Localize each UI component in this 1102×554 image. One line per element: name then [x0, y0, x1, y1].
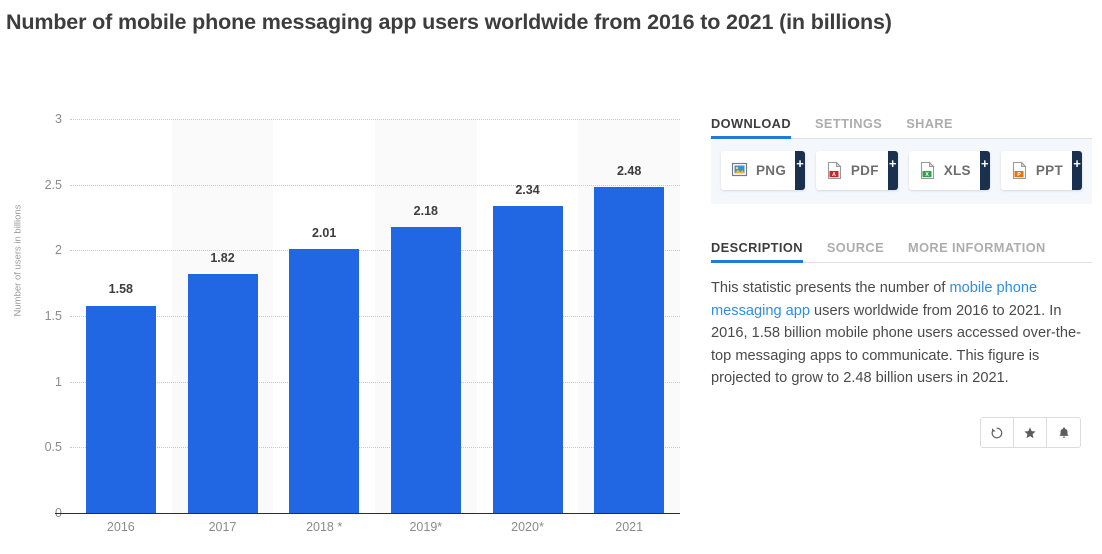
download-pdf-main[interactable]: A PDF [815, 151, 888, 190]
svg-text:P: P [1017, 172, 1021, 178]
history-icon[interactable] [981, 418, 1014, 447]
y-axis-tick-label: 0.5 [44, 440, 62, 455]
y-axis-title: Number of users in billions [12, 204, 24, 317]
download-xls-options-button[interactable]: + [979, 151, 990, 190]
x-axis-line [55, 513, 680, 514]
download-xls-main[interactable]: X XLS [908, 151, 980, 190]
tab-download[interactable]: DOWNLOAD [711, 116, 791, 139]
statista-chart-page: Number of mobile phone messaging app use… [0, 0, 1102, 554]
download-ppt-button[interactable]: P PPT + [1000, 151, 1082, 190]
bar[interactable] [594, 187, 665, 513]
png-file-icon [731, 161, 749, 180]
bell-icon[interactable] [1047, 418, 1080, 447]
gridline [70, 119, 680, 120]
bar-value-label: 2.18 [413, 203, 438, 218]
x-axis-tick-label: 2020* [511, 520, 544, 534]
tab-source[interactable]: SOURCE [827, 240, 884, 262]
xls-file-icon: X [919, 161, 937, 180]
action-button-group [980, 417, 1081, 448]
x-axis-tick-label: 2018 * [306, 520, 343, 534]
bar[interactable] [85, 305, 156, 513]
x-axis-tick-label: 2016 [106, 520, 135, 534]
tab-share[interactable]: SHARE [906, 116, 953, 138]
tab-more-information[interactable]: MORE INFORMATION [908, 240, 1046, 262]
download-buttons-strip: PNG + A PDF + X XLS + P PPT + [711, 139, 1092, 204]
download-ppt-label: PPT [1035, 163, 1063, 178]
download-ppt-main[interactable]: P PPT [1000, 151, 1072, 190]
bar[interactable] [187, 273, 258, 513]
bar-value-label: 2.01 [311, 226, 337, 241]
download-png-options-button[interactable]: + [795, 151, 805, 190]
x-axis-tick-label: 2019* [409, 520, 443, 534]
download-png-button[interactable]: PNG + [721, 151, 805, 190]
bar-value-label: 2.48 [616, 164, 642, 179]
download-xls-button[interactable]: X XLS + [908, 151, 990, 190]
gridline [70, 316, 680, 317]
svg-text:X: X [925, 172, 929, 178]
y-axis-tick-label: 3 [55, 112, 62, 126]
download-pdf-options-button[interactable]: + [887, 151, 898, 190]
download-pdf-button[interactable]: A PDF + [815, 151, 898, 190]
bar-value-label: 1.82 [210, 250, 235, 265]
description-part-1: This statistic presents the number of [711, 280, 950, 296]
ppt-file-icon: P [1011, 161, 1029, 180]
tab-settings[interactable]: SETTINGS [815, 116, 882, 138]
download-pdf-label: PDF [850, 163, 879, 178]
side-panel: DOWNLOAD SETTINGS SHARE PNG + A PDF + X XLS + P PPT… [711, 110, 1092, 448]
x-axis-tick-label: 2017 [208, 520, 237, 534]
download-xls-label: XLS [943, 163, 971, 178]
y-axis-tick-labels: 0 0.5 1 1.5 2 2.5 3 [0, 112, 62, 520]
bar[interactable] [492, 205, 563, 513]
y-axis-tick-label: 1 [55, 374, 62, 389]
svg-text:A: A [832, 172, 836, 178]
bar-value-label: 1.58 [108, 282, 133, 297]
star-icon[interactable] [1014, 418, 1047, 447]
gridline [70, 184, 680, 186]
export-tab-bar: DOWNLOAD SETTINGS SHARE [711, 110, 1092, 139]
bar-value-label: 2.34 [515, 182, 540, 197]
info-tab-bar: DESCRIPTION SOURCE MORE INFORMATION [711, 234, 1092, 263]
pdf-file-icon: A [826, 161, 844, 180]
description-text: This statistic presents the number of mo… [711, 277, 1085, 390]
download-png-label: PNG [756, 163, 787, 178]
bar[interactable] [289, 249, 360, 513]
bar-chart: 0 0.5 1 1.5 2 2.5 3 Number of users in billion… [0, 0, 700, 554]
download-png-main[interactable]: PNG [721, 151, 796, 190]
tab-description[interactable]: DESCRIPTION [711, 240, 803, 263]
gridline [70, 381, 680, 383]
bar[interactable] [390, 226, 461, 513]
gridline [70, 250, 680, 252]
download-ppt-options-button[interactable]: + [1072, 151, 1082, 190]
x-axis-tick-label: 2021 [615, 520, 644, 534]
gridline [70, 447, 680, 449]
